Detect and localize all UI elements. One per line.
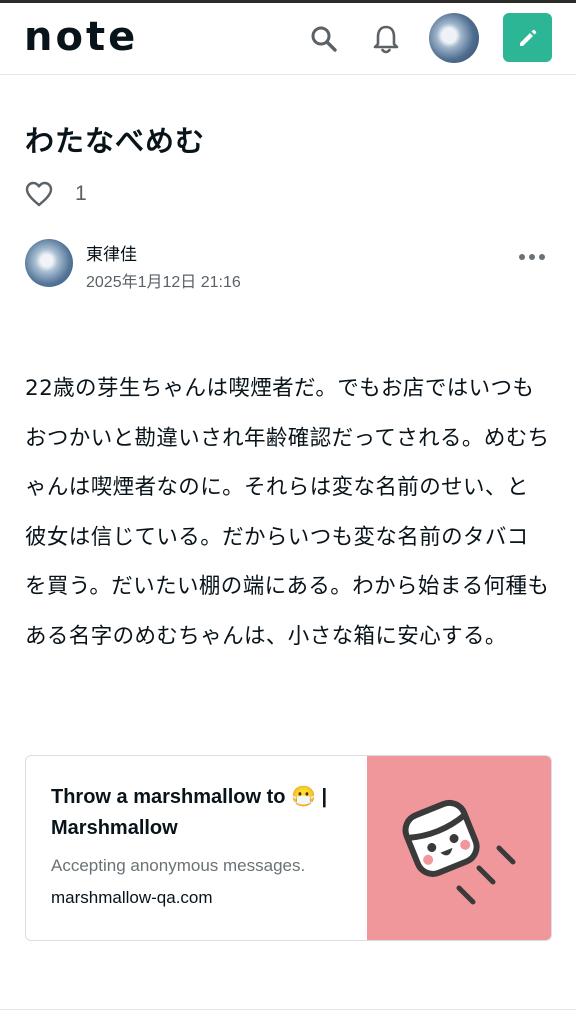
post-button[interactable]	[503, 13, 552, 62]
pencil-icon	[519, 29, 536, 46]
post-date: 2025年1月12日 21:16	[86, 274, 241, 291]
dot	[529, 254, 535, 260]
site-header: note	[0, 3, 576, 75]
mask-emoji: 😷	[291, 786, 316, 808]
like-count: 1	[75, 182, 87, 205]
dot	[539, 254, 545, 260]
link-card[interactable]: Throw a marshmallow to 😷 | Marshmallow A…	[25, 755, 552, 941]
link-card-thumbnail	[367, 756, 551, 940]
logo-text: note	[24, 17, 138, 57]
link-card-domain: marshmallow-qa.com	[51, 888, 213, 907]
link-card-description: Accepting anonymous messages.	[51, 856, 306, 875]
article-body: 22歳の芽生ちゃんは喫煙者だ。でもお店ではいつもおつかいと勘違いされ年齢確認だっ…	[25, 376, 550, 649]
heart-icon[interactable]	[25, 181, 53, 207]
bell-icon[interactable]	[370, 23, 402, 55]
link-card-title: Throw a marshmallow to 😷 | Marshmallow	[51, 782, 351, 844]
link-card-title-part1: Throw a marshmallow to	[51, 786, 292, 808]
dot	[519, 254, 525, 260]
search-icon[interactable]	[308, 23, 340, 55]
author-name[interactable]: 東律佳	[86, 240, 137, 265]
article-title: わたなべめむ	[25, 124, 206, 158]
marshmallow-icon	[402, 799, 516, 905]
note-logo[interactable]: note	[24, 17, 176, 57]
more-options-icon[interactable]	[519, 254, 545, 260]
author-avatar[interactable]	[25, 239, 73, 287]
like-row: 1	[25, 178, 87, 210]
user-avatar[interactable]	[429, 13, 479, 63]
link-card-text: Throw a marshmallow to 😷 | Marshmallow A…	[51, 782, 351, 908]
divider	[0, 1009, 576, 1010]
